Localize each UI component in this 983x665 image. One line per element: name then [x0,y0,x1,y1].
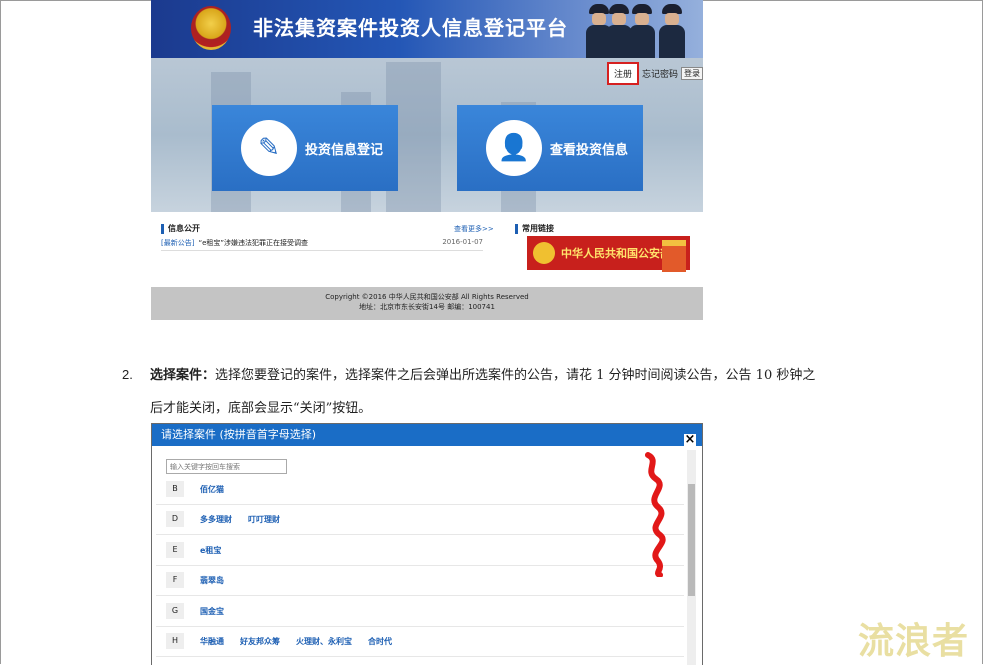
mps-link-banner[interactable]: 中华人民共和国公安部 [527,236,690,272]
letter-badge: B [166,481,184,497]
dialog-title: 请选择案件 (按拼音首字母选择) [152,424,702,446]
news-date: 2016-01-07 [442,238,483,246]
case-link[interactable]: 火理财、永利宝 [296,636,352,647]
site-title: 非法集资案件投资人信息登记平台 [253,16,568,40]
letter-row: F 翡翠岛 [156,565,684,596]
view-investment-label: 查看投资信息 [550,142,629,158]
case-link[interactable]: 合时代 [368,636,392,647]
mps-banner-text: 中华人民共和国公安部 [561,247,671,260]
watermark: 流浪者 [858,621,970,662]
letter-row: E e租宝 [156,535,684,566]
news-text: “e租宝”涉嫌违法犯罪正在接受调查 [198,239,309,247]
police-officer-icon [629,2,655,59]
case-select-dialog: 请选择案件 (按拼音首字母选择) × 输入关键字按回车搜索 B 佰亿猫 D 多多… [151,423,703,665]
letter-badge: H [166,633,184,649]
letter-badge: F [166,572,184,588]
view-more-link[interactable]: 查看更多>> [454,224,494,234]
case-search-input[interactable]: 输入关键字按回车搜索 [166,459,287,474]
police-emblem-icon [191,6,231,50]
news-item[interactable]: [最新公告] “e租宝”涉嫌违法犯罪正在接受调查 2016-01-07 [161,238,483,251]
news-tag: [最新公告] [161,239,195,247]
case-link[interactable]: 国金宝 [200,606,224,617]
login-button[interactable]: 登录 [681,67,703,80]
police-badge-icon [533,242,555,264]
letter-row: H 华融通 好友邦众筹 火理财、永利宝 合时代 [156,626,684,657]
case-link[interactable]: 华融通 [200,636,224,647]
step-text-line2: 后才能关闭，底部会显示“关闭”按钮。 [150,401,372,416]
police-officer-icon [659,2,685,59]
step-text-line1: 选择您要登记的案件，选择案件之后会弹出所选案件的公告，请花 1 分钟时间阅读公告… [215,368,816,383]
case-link[interactable]: 好友邦众筹 [240,636,280,647]
scrollbar-thumb[interactable] [688,484,695,596]
view-investment-button[interactable]: 👤 查看投资信息 [457,105,643,191]
letter-badge: E [166,542,184,558]
site-banner: 非法集资案件投资人信息登记平台 [151,0,703,59]
case-link[interactable]: 佰亿猫 [200,484,224,495]
case-link[interactable]: e租宝 [200,545,221,556]
step-number: 2. [122,367,133,382]
user-search-icon: 👤 [486,120,542,176]
step-label: 选择案件： [150,368,216,383]
letter-badge: D [166,511,184,527]
register-investment-button[interactable]: ✎ 投资信息登记 [212,105,398,191]
info-public-heading: 信息公开 [161,224,200,234]
letter-row: D 多多理财 叮叮理财 [156,504,684,535]
form-edit-icon: ✎ [241,120,297,176]
register-link[interactable]: 注册 [606,62,639,85]
letter-row: G 国金宝 [156,596,684,627]
top-links: 注册 忘记密码 登录 [606,62,703,85]
red-scribble-annotation [645,452,666,577]
site-footer: Copyright ©2016 中华人民共和国公安部 All Rights Re… [151,287,703,320]
case-link[interactable]: 叮叮理财 [248,514,280,525]
letter-row: B 佰亿猫 [156,474,684,505]
common-links-heading: 常用链接 [515,224,554,234]
forgot-password-link[interactable]: 忘记密码 [641,65,679,82]
letter-badge: G [166,603,184,619]
close-icon[interactable]: × [684,433,696,446]
dialog-scrollbar[interactable] [687,450,696,665]
tiananmen-icon [662,240,686,272]
case-link[interactable]: 翡翠岛 [200,575,224,586]
footer-copyright: Copyright ©2016 中华人民共和国公安部 All Rights Re… [325,293,529,301]
step-paragraph: 2. 选择案件：选择您要登记的案件，选择案件之后会弹出所选案件的公告，请花 1 分… [122,358,882,425]
platform-screenshot: 非法集资案件投资人信息登记平台 注册 忘记密码 登录 ✎ 投资信息登记 👤 查看… [151,0,703,320]
footer-address: 地址：北京市东长安街14号 邮编：100741 [359,303,495,311]
register-investment-label: 投资信息登记 [305,142,384,158]
case-link[interactable]: 多多理财 [200,514,232,525]
